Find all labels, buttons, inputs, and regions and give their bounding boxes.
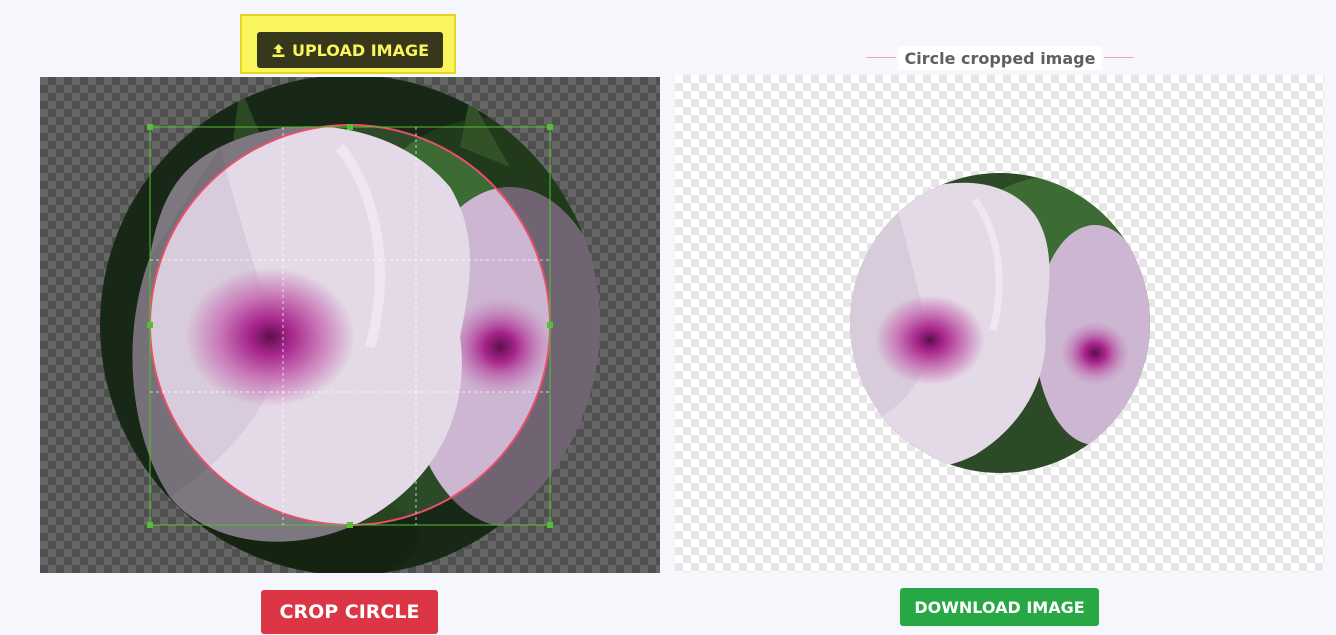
crop-canvas[interactable]: [40, 77, 660, 573]
flower-photo: [100, 77, 600, 573]
download-image-button[interactable]: DOWNLOAD IMAGE: [900, 588, 1099, 626]
upload-icon: [271, 43, 286, 58]
result-title: Circle cropped image: [866, 46, 1134, 70]
result-preview: [675, 75, 1324, 572]
upload-area: UPLOAD IMAGE: [240, 14, 456, 74]
upload-image-label: UPLOAD IMAGE: [291, 40, 430, 60]
title-divider: [866, 57, 896, 58]
title-divider: [1104, 57, 1134, 58]
upload-image-button[interactable]: UPLOAD IMAGE: [257, 32, 443, 68]
crop-circle-button[interactable]: CROP CIRCLE: [261, 590, 438, 634]
result-title-text: Circle cropped image: [898, 46, 1102, 70]
flower-photo-circle: [850, 173, 1150, 473]
